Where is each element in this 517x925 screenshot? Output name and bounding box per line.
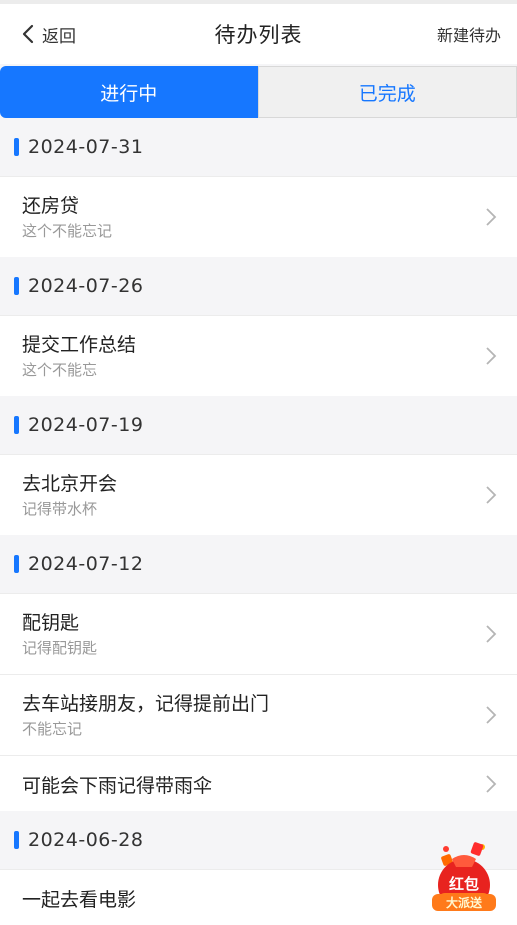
item-title: 还房贷 [22,191,79,218]
item-note: 这个不能忘记 [22,220,112,241]
date-label: 2024-07-31 [28,136,143,158]
list-item[interactable]: 可能会下雨记得带雨伞 [0,755,517,811]
item-note: 记得带水杯 [22,498,97,519]
new-todo-button[interactable]: 新建待办 [437,22,501,46]
date-group-header: 2024-07-26 [0,257,517,315]
list-item[interactable]: 提交工作总结 这个不能忘 [0,315,517,396]
list-item[interactable]: 去北京开会 记得带水杯 [0,454,517,535]
date-label: 2024-07-19 [28,414,143,436]
date-group-header: 2024-07-31 [0,118,517,176]
item-title: 提交工作总结 [22,330,136,357]
chevron-right-icon [485,705,497,725]
list-item[interactable]: 还房贷 这个不能忘记 [0,176,517,257]
date-marker [14,416,19,434]
status-tabs: 进行中 已完成 [0,66,517,118]
back-label: 返回 [42,22,76,47]
chevron-right-icon [485,774,497,794]
date-group-header: 2024-07-12 [0,535,517,593]
item-title: 配钥匙 [22,608,79,635]
date-label: 2024-07-12 [28,553,143,575]
chevron-left-icon [18,23,40,45]
chevron-right-icon [485,346,497,366]
item-title: 一起去看电影 [22,885,136,912]
date-marker [14,555,19,573]
tab-completed[interactable]: 已完成 [258,66,517,118]
promo-line2: 大派送 [432,894,496,911]
list-item[interactable]: 去车站接朋友，记得提前出门 不能忘记 [0,674,517,755]
date-group-header: 2024-07-19 [0,396,517,454]
date-label: 2024-06-28 [28,829,143,851]
item-note: 不能忘记 [22,718,82,739]
item-title: 去车站接朋友，记得提前出门 [22,689,269,716]
item-title: 可能会下雨记得带雨伞 [22,771,212,798]
chevron-right-icon [485,485,497,505]
list-item[interactable]: 配钥匙 记得配钥匙 [0,593,517,674]
promo-line1: 红包 [432,873,496,894]
back-button[interactable]: 返回 [18,4,76,64]
date-marker [14,831,19,849]
chevron-right-icon [485,624,497,644]
date-marker [14,138,19,156]
todo-list: 2024-07-31 还房贷 这个不能忘记 2024-07-26 提交工作总结 … [0,118,517,925]
nav-bar: 返回 待办列表 新建待办 [0,4,517,64]
item-note: 这个不能忘 [22,359,97,380]
date-label: 2024-07-26 [28,275,143,297]
date-marker [14,277,19,295]
chevron-right-icon [485,207,497,227]
red-packet-promo-button[interactable]: 红包 大派送 [432,841,496,915]
item-title: 去北京开会 [22,469,117,496]
tab-in-progress[interactable]: 进行中 [0,66,258,118]
item-note: 记得配钥匙 [22,637,97,658]
